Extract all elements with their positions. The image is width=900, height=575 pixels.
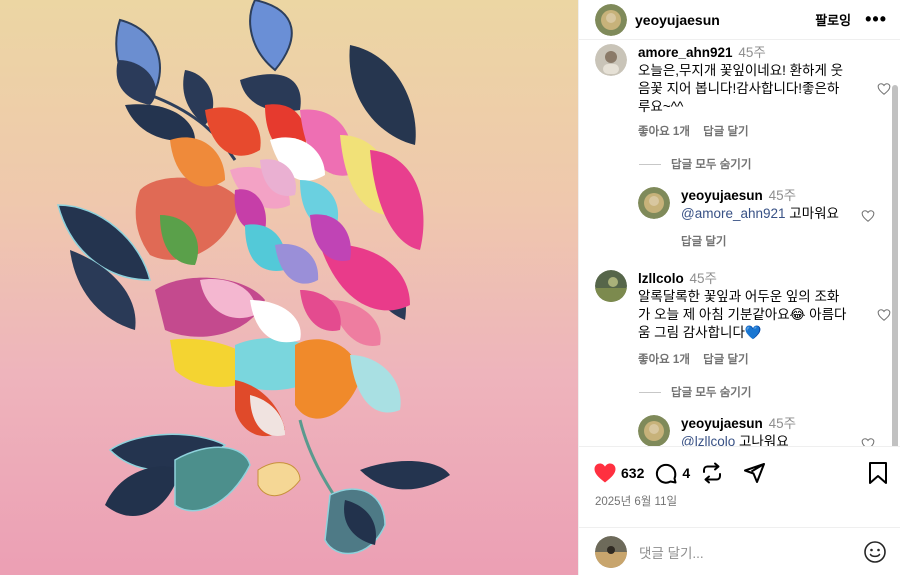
reply-username[interactable]: yeoyujaesun <box>681 188 763 203</box>
heart-icon[interactable] <box>877 82 891 96</box>
viewer-avatar <box>595 535 627 568</box>
post-actions: 632 4 2025년 6월 11일 <box>579 446 900 536</box>
reply-time[interactable]: 45주 <box>769 416 796 431</box>
comment-likes[interactable]: 좋아요 1개 <box>638 126 690 138</box>
commenter-avatar[interactable] <box>595 270 627 302</box>
post-sidebar: yeoyujaesun 팔로잉 ••• amore_ahn921 45주 오늘은… <box>578 0 900 575</box>
author-avatar[interactable] <box>595 3 627 36</box>
reply-body: yeoyujaesun 45주 @lzllcolo 고나워요 <box>681 415 841 446</box>
hide-replies-label: 답글 모두 숨기기 <box>671 159 752 171</box>
share-icon[interactable] <box>742 461 766 485</box>
heart-icon[interactable] <box>861 209 875 223</box>
heart-icon[interactable] <box>861 437 875 446</box>
comment-meta: 좋아요 1개 답글 달기 <box>638 351 759 367</box>
reply-text: 고마워요 <box>785 206 839 221</box>
add-comment-bar: 댓글 달기... <box>579 527 900 575</box>
post-header: yeoyujaesun 팔로잉 ••• <box>579 0 900 40</box>
comment-username[interactable]: lzllcolo <box>638 271 684 286</box>
comment-time[interactable]: 45주 <box>690 271 717 286</box>
reply-mention[interactable]: @amore_ahn921 <box>681 206 786 221</box>
author-username[interactable]: yeoyujaesun <box>635 12 720 28</box>
reply-body: yeoyujaesun 45주 @amore_ahn921 고마워요 <box>681 187 841 223</box>
thread-line <box>639 163 661 165</box>
comment-body: lzllcolo 45주 알록달록한 꽃잎과 어두운 잎의 조화가 오늘 제 아… <box>638 270 850 342</box>
post-date[interactable]: 2025년 6월 11일 <box>595 493 677 509</box>
comment-likes[interactable]: 좋아요 1개 <box>638 354 690 366</box>
comment-text: 알록달록한 꽃잎과 어두운 잎의 조화가 오늘 제 아침 기분같아요😂 아름다움… <box>638 289 847 340</box>
thread-line <box>639 391 661 393</box>
comment-time[interactable]: 45주 <box>738 45 765 60</box>
like-count[interactable]: 632 <box>621 465 644 481</box>
bookmark-icon[interactable] <box>867 461 889 485</box>
comment-text: 오늘은,무지개 꽃잎이네요! 환하게 웃음꽃 지어 봅니다!감사합니다!좋은하루… <box>638 63 844 114</box>
reply-username[interactable]: yeoyujaesun <box>681 416 763 431</box>
action-row: 632 4 <box>593 461 766 485</box>
reply-avatar[interactable] <box>638 187 670 219</box>
comments-scrollbar[interactable] <box>892 85 898 446</box>
more-options-icon[interactable]: ••• <box>865 9 887 30</box>
reply-button[interactable]: 답글 달기 <box>681 236 727 248</box>
comment-input[interactable]: 댓글 달기... <box>639 542 704 562</box>
reply-avatar[interactable] <box>638 415 670 446</box>
emoji-icon[interactable] <box>863 540 887 564</box>
post-image[interactable] <box>0 0 578 575</box>
reply-mention[interactable]: @lzllcolo <box>681 434 735 446</box>
hide-replies-toggle[interactable]: 답글 모두 숨기기 <box>639 156 751 172</box>
heart-icon[interactable] <box>877 308 891 322</box>
reply-button[interactable]: 답글 달기 <box>703 126 749 138</box>
reply-button[interactable]: 답글 달기 <box>703 354 749 366</box>
comment-count[interactable]: 4 <box>682 465 690 481</box>
comment-icon[interactable] <box>654 461 678 485</box>
following-button[interactable]: 팔로잉 <box>815 10 851 29</box>
flower-painting <box>0 0 578 575</box>
hide-replies-toggle[interactable]: 답글 모두 숨기기 <box>639 384 751 400</box>
commenter-avatar[interactable] <box>595 44 627 76</box>
comment-meta: 좋아요 1개 답글 달기 <box>638 123 759 139</box>
hide-replies-label: 답글 모두 숨기기 <box>671 387 752 399</box>
reply-text: 고나워요 <box>735 434 789 446</box>
comment-body: amore_ahn921 45주 오늘은,무지개 꽃잎이네요! 환하게 웃음꽃 … <box>638 44 850 116</box>
comment-username[interactable]: amore_ahn921 <box>638 45 733 60</box>
reply-time[interactable]: 45주 <box>769 188 796 203</box>
heart-filled-icon[interactable] <box>593 461 617 485</box>
repost-icon[interactable] <box>700 461 724 485</box>
reply-meta: 답글 달기 <box>681 233 737 249</box>
comments-list[interactable]: amore_ahn921 45주 오늘은,무지개 꽃잎이네요! 환하게 웃음꽃 … <box>579 40 900 446</box>
